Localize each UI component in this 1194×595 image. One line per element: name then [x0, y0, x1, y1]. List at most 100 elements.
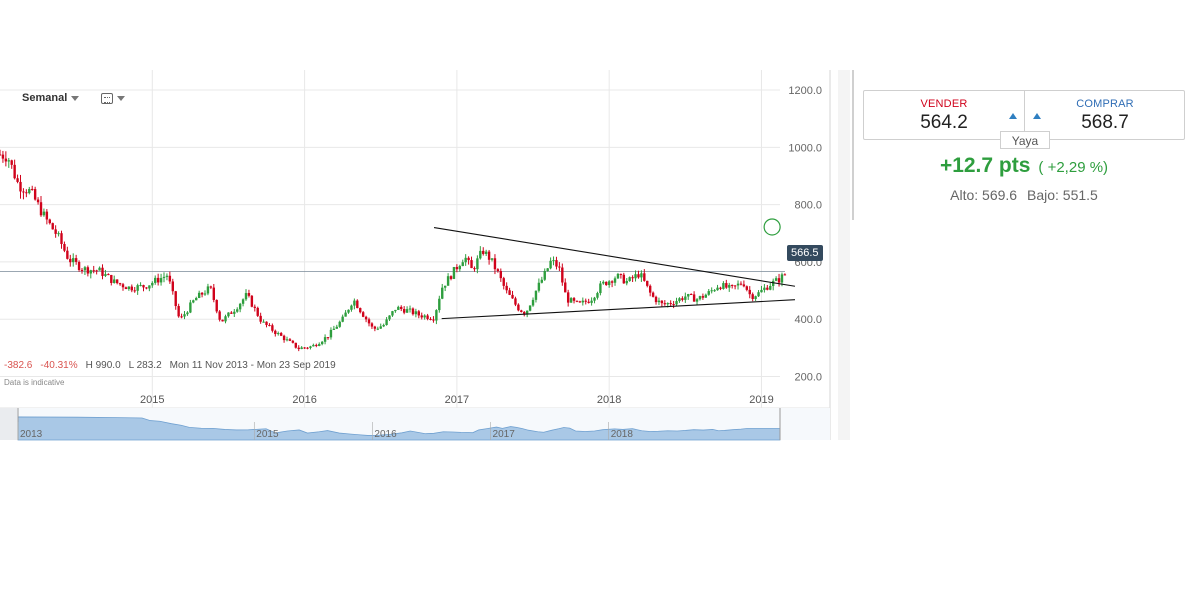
candle-down	[502, 278, 505, 286]
candle-up	[546, 268, 549, 271]
annotation-circle	[763, 218, 781, 236]
stat-range: Mon 11 Nov 2013 - Mon 23 Sep 2019	[169, 360, 336, 371]
candle-up	[678, 298, 681, 302]
candle-up	[599, 283, 602, 294]
candle-up	[540, 279, 544, 283]
buy-label: COMPRAR	[1076, 98, 1134, 110]
candle-up	[771, 280, 775, 287]
candle-up	[479, 250, 482, 259]
candle-up	[684, 296, 687, 300]
candle-down	[110, 274, 113, 283]
candle-up	[397, 306, 400, 310]
candle-down	[4, 158, 8, 162]
candle-down	[487, 251, 491, 260]
daily-change: +12.7 pts ( +2,29 %)	[863, 154, 1185, 178]
candle-down	[681, 298, 684, 300]
high-low: Alto: 569.6 Bajo: 551.5	[863, 187, 1185, 203]
candle-down	[69, 258, 72, 263]
candle-up	[139, 285, 142, 287]
candle-down	[783, 274, 787, 276]
candle-up	[332, 328, 336, 330]
candle-up	[382, 324, 385, 327]
candle-down	[288, 339, 292, 341]
candle-down	[274, 330, 277, 335]
candle-down	[742, 284, 746, 287]
candle-up	[318, 344, 321, 346]
candle-up	[195, 297, 198, 301]
candle-down	[432, 319, 435, 321]
candle-up	[206, 286, 210, 294]
candle-down	[493, 258, 497, 270]
chevron-down-icon	[117, 95, 126, 101]
candle-up	[244, 293, 248, 300]
candle-down	[130, 286, 133, 291]
candle-down	[33, 189, 37, 200]
change-points: +12.7 pts	[939, 154, 1031, 177]
scrollbar-track	[838, 70, 850, 440]
candle-down	[303, 347, 306, 349]
y-tick-label: 200.0	[794, 371, 822, 383]
candle-up	[388, 315, 391, 320]
candle-down	[505, 285, 508, 291]
candle-down	[751, 294, 754, 299]
candle-down	[1, 154, 5, 159]
candle-down	[142, 285, 145, 288]
candle-up	[127, 286, 131, 290]
candle-up	[596, 293, 599, 298]
y-tick-label: 800.0	[794, 200, 822, 212]
candle-down	[156, 277, 160, 283]
day-low: Bajo: 551.5	[1026, 187, 1098, 203]
candle-up	[435, 310, 438, 321]
candle-up	[590, 300, 593, 303]
candle-up	[42, 211, 46, 216]
candle-up	[186, 312, 189, 315]
candle-up	[640, 273, 643, 278]
candle-up	[189, 302, 192, 313]
candle-up	[537, 282, 541, 291]
candle-up	[151, 282, 154, 286]
candle-down	[48, 219, 51, 224]
candle-down	[719, 287, 722, 289]
candle-up	[736, 283, 740, 286]
candle-up	[763, 287, 766, 290]
candle-up	[490, 258, 494, 260]
y-tick-label: 400.0	[794, 314, 822, 326]
chart-type-dropdown[interactable]	[101, 92, 126, 104]
candle-down	[402, 309, 406, 313]
candle-down	[177, 306, 180, 317]
interval-dropdown[interactable]: Semanal	[22, 92, 80, 104]
candle-down	[19, 181, 22, 192]
candle-up	[162, 276, 166, 279]
candle-down	[22, 191, 25, 193]
candle-down	[517, 304, 520, 311]
candle-down	[417, 311, 421, 316]
candle-up	[379, 326, 382, 329]
candle-down	[31, 188, 34, 190]
candle-down	[575, 300, 579, 302]
candle-up	[89, 270, 92, 274]
candle-up	[602, 281, 605, 284]
candle-down	[689, 294, 693, 296]
candle-up	[713, 290, 716, 292]
candle-up	[7, 160, 10, 162]
candle-down	[306, 347, 309, 349]
candle-down	[651, 292, 655, 297]
candle-up	[385, 319, 388, 325]
candle-up	[197, 292, 201, 298]
candle-down	[610, 281, 614, 283]
candle-down	[619, 273, 623, 275]
candle-down	[605, 281, 608, 286]
candle-down	[730, 284, 734, 286]
candle-down	[118, 283, 122, 285]
candle-down	[499, 271, 503, 279]
candle-down	[643, 273, 646, 281]
candle-up	[695, 299, 699, 302]
candle-down	[482, 250, 485, 254]
candle-down	[101, 267, 104, 276]
candle-down	[218, 311, 221, 320]
candle-down	[748, 289, 751, 295]
candle-up	[675, 301, 678, 305]
candle-down	[168, 275, 172, 282]
chart-stats: -382.6 -40.31% H 990.0 L 283.2 Mon 11 No…	[4, 360, 336, 371]
candle-down	[558, 266, 561, 268]
